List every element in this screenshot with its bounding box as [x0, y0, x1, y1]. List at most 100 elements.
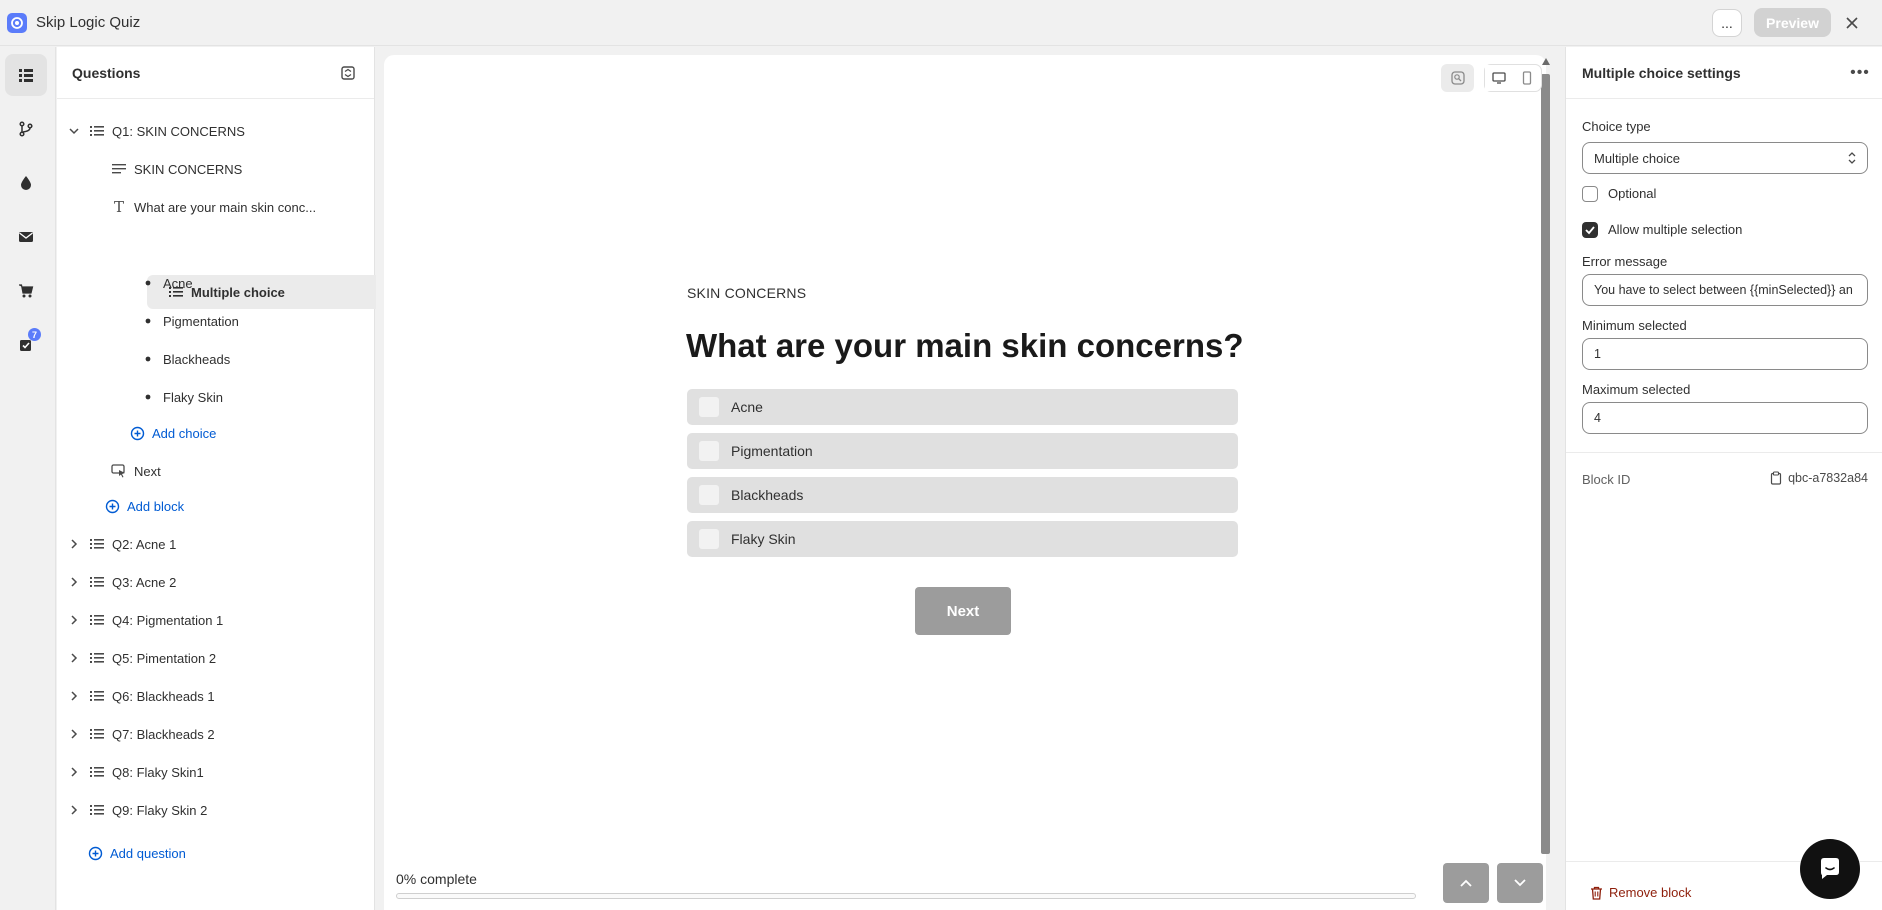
chevron-down-icon[interactable] — [66, 123, 82, 139]
block-item-next[interactable]: Next — [110, 454, 366, 488]
question-item-q5[interactable]: Q5: Pimentation 2 — [66, 641, 366, 675]
question-item-q7[interactable]: Q7: Blackheads 2 — [66, 717, 366, 751]
scroll-up-arrow-icon[interactable] — [1542, 58, 1550, 65]
more-actions-button[interactable]: ... — [1712, 9, 1742, 37]
minimum-selected-input[interactable]: 1 — [1582, 338, 1868, 370]
block-id-copy[interactable]: qbc-a7832a84 — [1770, 471, 1868, 485]
chevron-right-icon[interactable] — [66, 536, 82, 552]
question-label: Q6: Blackheads 1 — [112, 688, 215, 704]
ai-assist-icon[interactable] — [1441, 64, 1474, 92]
question-label: Q7: Blackheads 2 — [112, 726, 215, 742]
question-item-q9[interactable]: Q9: Flaky Skin 2 — [66, 793, 366, 827]
chevron-right-icon[interactable] — [66, 574, 82, 590]
plus-circle-icon — [86, 844, 104, 862]
block-label: SKIN CONCERNS — [134, 161, 243, 177]
chevron-right-icon[interactable] — [66, 764, 82, 780]
maximum-selected-input[interactable]: 4 — [1582, 402, 1868, 434]
app-title: Skip Logic Quiz — [36, 14, 141, 31]
preview-button[interactable]: Preview — [1754, 8, 1831, 37]
mobile-view-icon[interactable] — [1513, 65, 1541, 91]
chat-support-button[interactable] — [1800, 839, 1860, 899]
text-type-icon: T — [113, 198, 124, 216]
choice-checkbox[interactable] — [699, 441, 719, 461]
choice-option[interactable]: Flaky Skin — [687, 521, 1238, 557]
choice-item[interactable]: Flaky Skin — [139, 380, 339, 414]
block-id-label: Block ID — [1582, 472, 1631, 487]
choice-item[interactable]: Blackheads — [139, 342, 339, 376]
tasks-checklist-icon[interactable]: 7 — [5, 324, 47, 366]
error-message-input[interactable]: You have to select between {{minSelected… — [1582, 274, 1868, 306]
remove-block-button[interactable]: Remove block — [1590, 885, 1691, 900]
add-block-button[interactable]: Add block — [103, 489, 303, 523]
choice-option[interactable]: Acne — [687, 389, 1238, 425]
list-icon — [88, 725, 106, 743]
choice-type-select[interactable]: Multiple choice — [1582, 142, 1868, 174]
device-view-toggle[interactable] — [1484, 64, 1542, 92]
add-choice-button[interactable]: Add choice — [128, 416, 328, 450]
choice-item[interactable]: Pigmentation — [139, 304, 339, 338]
list-icon — [88, 535, 106, 553]
question-label: Q2: Acne 1 — [112, 536, 177, 552]
more-horizontal-icon[interactable]: ••• — [1850, 63, 1870, 83]
allow-multiple-checkbox[interactable] — [1582, 222, 1598, 238]
next-question-button[interactable] — [1497, 863, 1543, 903]
progress-bar — [396, 893, 1416, 899]
question-label: Q8: Flaky Skin1 — [112, 764, 204, 780]
settings-title: Multiple choice settings — [1582, 64, 1741, 81]
question-heading-label: SKIN CONCERNS — [687, 285, 807, 301]
top-bar: Skip Logic Quiz ... Preview — [0, 0, 1882, 46]
logic-branch-icon[interactable] — [5, 108, 47, 150]
add-question-button[interactable]: Add question — [86, 836, 286, 870]
question-item-q2[interactable]: Q2: Acne 1 — [66, 527, 366, 561]
cart-icon[interactable] — [5, 270, 47, 312]
optional-label: Optional — [1608, 186, 1657, 201]
clipboard-icon — [1770, 471, 1782, 485]
questions-nav-icon[interactable] — [5, 54, 47, 96]
theme-droplet-icon[interactable] — [5, 162, 47, 204]
list-icon — [88, 122, 106, 140]
optional-checkbox[interactable] — [1582, 186, 1598, 202]
settings-header: Multiple choice settings — [1566, 47, 1882, 99]
chevron-right-icon[interactable] — [66, 688, 82, 704]
question-label: Q4: Pigmentation 1 — [112, 612, 224, 628]
plus-circle-icon — [128, 424, 146, 442]
choice-checkbox[interactable] — [699, 485, 719, 505]
quiz-next-button[interactable]: Next — [915, 587, 1011, 635]
desktop-view-icon[interactable] — [1485, 65, 1513, 91]
question-item-q3[interactable]: Q3: Acne 2 — [66, 565, 366, 599]
select-arrows-icon — [1848, 152, 1856, 164]
block-item-text[interactable]: T What are your main skin conc... — [110, 190, 366, 224]
choice-checkbox[interactable] — [699, 397, 719, 417]
error-message-label: Error message — [1582, 254, 1668, 269]
chevron-right-icon[interactable] — [66, 650, 82, 666]
scrollbar-thumb[interactable] — [1541, 74, 1550, 854]
question-item-q8[interactable]: Q8: Flaky Skin1 — [66, 755, 366, 789]
question-item-q6[interactable]: Q6: Blackheads 1 — [66, 679, 366, 713]
choice-option[interactable]: Blackheads — [687, 477, 1238, 513]
choice-type-label: Choice type — [1582, 119, 1651, 134]
previous-question-button[interactable] — [1443, 863, 1489, 903]
question-item-q4[interactable]: Q4: Pigmentation 1 — [66, 603, 366, 637]
question-item-q1[interactable]: Q1: SKIN CONCERNS — [66, 114, 366, 148]
canvas-scrollbar[interactable] — [1541, 56, 1550, 856]
email-icon[interactable] — [5, 216, 47, 258]
choice-label: Pigmentation — [163, 313, 239, 329]
choice-checkbox[interactable] — [699, 529, 719, 549]
close-icon[interactable] — [1840, 11, 1864, 35]
collapse-all-icon[interactable] — [339, 64, 357, 82]
block-item-heading[interactable]: SKIN CONCERNS — [110, 152, 366, 186]
checkmark-icon — [1585, 226, 1595, 235]
bullet-icon — [139, 274, 157, 292]
tasks-badge: 7 — [28, 328, 41, 341]
choice-label: Blackheads — [163, 351, 231, 367]
add-choice-label: Add choice — [152, 425, 217, 441]
choice-option[interactable]: Pigmentation — [687, 433, 1238, 469]
question-label: Q1: SKIN CONCERNS — [112, 123, 245, 139]
choice-item[interactable]: Acne — [139, 266, 339, 300]
choice-option-label: Blackheads — [731, 487, 804, 503]
chevron-right-icon[interactable] — [66, 726, 82, 742]
chat-bubble-icon — [1821, 858, 1839, 879]
chevron-right-icon[interactable] — [66, 612, 82, 628]
chevron-right-icon[interactable] — [66, 802, 82, 818]
block-label: What are your main skin conc... — [134, 199, 317, 215]
